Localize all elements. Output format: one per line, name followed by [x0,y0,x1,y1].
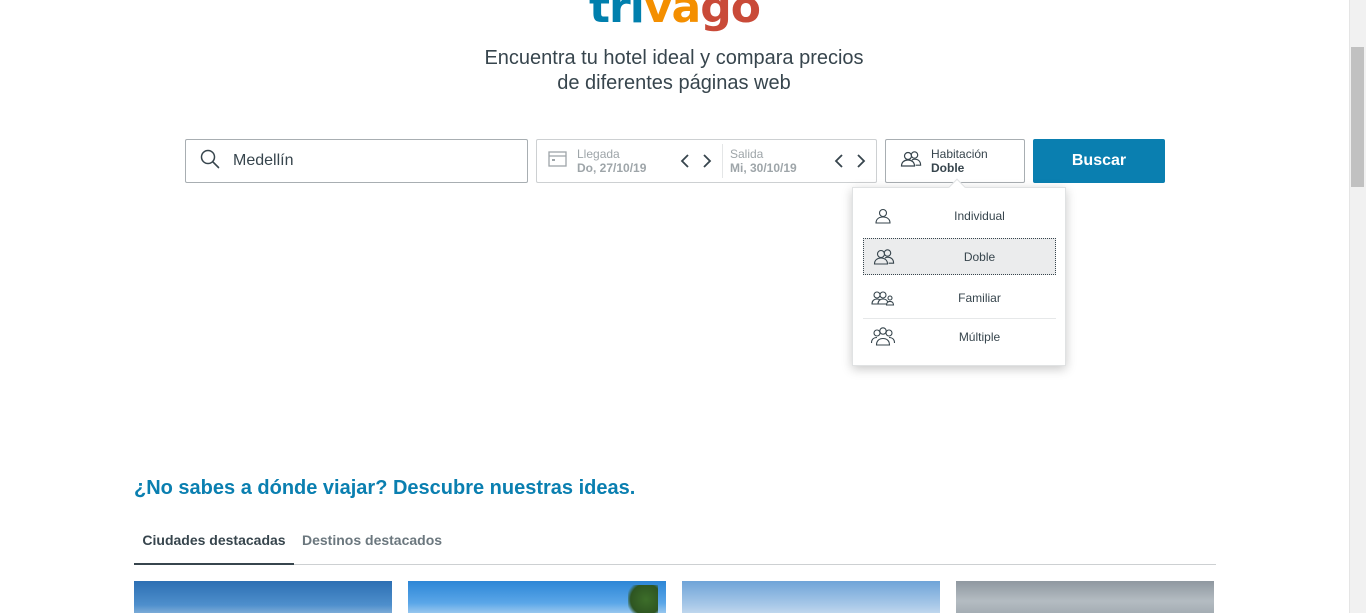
family-icon [863,290,903,306]
room-option-multiple[interactable]: Múltiple [863,318,1056,355]
checkout-field[interactable]: Salida Mi, 30/10/19 [723,144,876,178]
room-label: Habitación [931,146,988,161]
checkin-value: Do, 27/10/19 [577,160,647,175]
search-button[interactable]: Buscar [1033,139,1165,183]
logo-text-part2: va [643,0,701,33]
tab-destinos-destacados[interactable]: Destinos destacados [302,521,442,565]
two-people-icon [864,248,904,266]
discover-heading: ¿No sabes a dónde viajar? Descubre nuest… [134,477,636,499]
hero-tagline: Encuentra tu hotel ideal y compara preci… [430,46,918,96]
checkout-prev-arrow-icon[interactable] [833,153,845,169]
room-type-dropdown: Individual Doble Familiar Múltiple [852,178,1066,366]
room-option-label: Familiar [958,290,1001,305]
destination-card-image[interactable] [134,581,392,613]
two-people-icon [900,150,922,173]
calendar-icon [548,150,577,172]
room-type-selector[interactable]: Habitación Doble [885,139,1025,183]
date-picker: Llegada Do, 27/10/19 Salida Mi, 30/10/19 [536,139,877,183]
checkin-field[interactable]: Llegada Do, 27/10/19 [537,144,723,178]
checkin-label: Llegada [577,146,620,161]
tab-ciudades-destacadas[interactable]: Ciudades destacadas [134,521,294,565]
destination-card-image[interactable] [956,581,1214,613]
room-option-label: Individual [954,208,1005,223]
tagline-line1: Encuentra tu hotel ideal y compara preci… [484,47,864,69]
logo-text-part1: tri [589,0,645,33]
room-option-familiar[interactable]: Familiar [863,279,1056,316]
destination-card-image[interactable] [682,581,940,613]
tagline-line2: de diferentes páginas web [557,72,791,94]
search-icon [200,149,220,174]
room-option-label: Múltiple [958,330,1001,344]
destination-card-image[interactable] [408,581,666,613]
destinations-tabs: Ciudades destacadas Destinos destacados [134,521,1216,565]
trivago-logo[interactable]: trivago [589,0,761,33]
room-option-individual[interactable]: Individual [863,197,1056,234]
checkin-prev-arrow-icon[interactable] [679,153,691,169]
room-option-doble[interactable]: Doble [863,238,1056,275]
checkout-label: Salida [730,146,764,161]
single-person-icon [863,208,903,224]
page: trivago Encuentra tu hotel ideal y compa… [0,0,1366,613]
destination-input[interactable]: Medellín [185,139,528,183]
checkout-value: Mi, 30/10/19 [730,160,797,175]
checkin-next-arrow-icon[interactable] [701,153,713,169]
room-option-label: Doble [963,249,996,264]
destination-value: Medellín [233,152,294,169]
logo-text-part3: go [700,0,761,33]
group-icon [863,327,903,347]
palm-tree-image [628,585,658,613]
scrollbar-thumb[interactable] [1351,47,1364,187]
checkout-next-arrow-icon[interactable] [855,153,867,169]
room-value: Doble [931,160,965,175]
